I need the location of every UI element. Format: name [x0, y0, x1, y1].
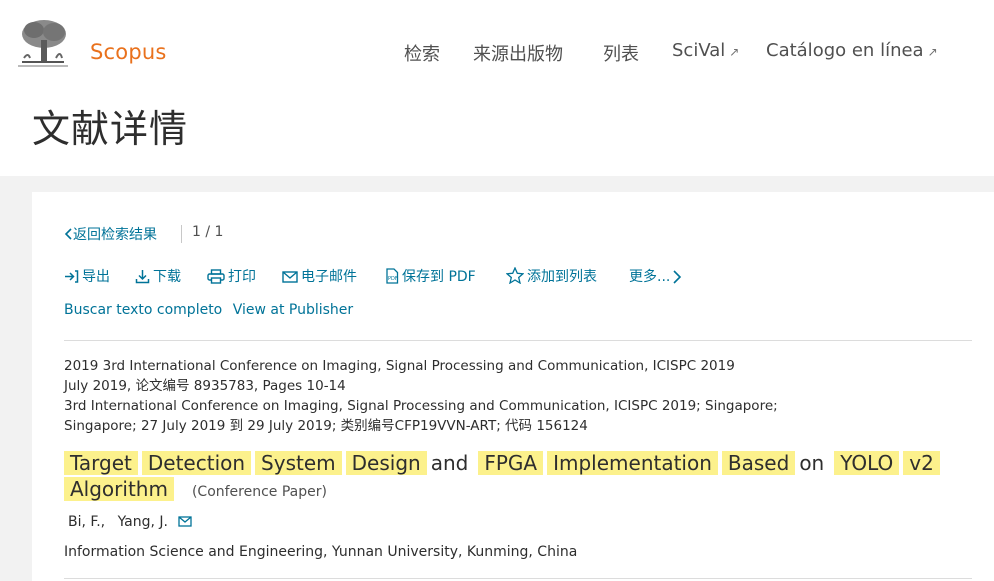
title-word: Implementation	[547, 451, 718, 475]
export-label: 导出	[82, 269, 110, 285]
title-word: on	[799, 451, 825, 475]
title-word: Based	[721, 451, 796, 475]
article-title: Target Detection System Design and FPGA Implem…	[64, 450, 964, 505]
back-to-results-label: 返回检索结果	[73, 227, 157, 243]
nav-catalog-label: Catálogo en línea	[766, 40, 924, 61]
back-to-results-link[interactable]: 返回检索结果	[64, 224, 157, 244]
divider	[64, 340, 972, 341]
star-icon	[505, 266, 525, 285]
nav-scival-label: SciVal	[672, 40, 726, 61]
nav-catalog[interactable]: Catálogo en línea ↗	[766, 40, 938, 61]
add-to-list-button[interactable]: 添加到列表	[505, 266, 597, 286]
download-label: 下载	[153, 269, 181, 285]
author-list: Bi, F., Yang, J.	[68, 514, 193, 530]
document-details-card: 返回检索结果 1 / 1 导出 下载 打印 电子邮件 PDF 保存到 PDF 添加…	[32, 192, 994, 581]
download-button[interactable]: 下载	[135, 266, 181, 286]
source-metadata: 2019 3rd International Conference on Ima…	[64, 356, 778, 436]
title-word: FPGA	[478, 451, 544, 475]
page-title: 文献详情	[32, 107, 189, 151]
top-navigation: 检索 来源出版物 列表 SciVal ↗ Catálogo en línea ↗	[0, 40, 994, 70]
svg-text:PDF: PDF	[388, 276, 398, 282]
save-pdf-button[interactable]: PDF 保存到 PDF	[385, 266, 476, 286]
conference-date-line: Singapore; 27 July 2019 到 29 July 2019; …	[64, 418, 588, 434]
save-pdf-label: 保存到 PDF	[402, 269, 476, 285]
view-at-publisher-link[interactable]: View at Publisher	[233, 302, 353, 318]
document-type-label: (Conference Paper)	[191, 484, 327, 500]
nav-lists-label: 列表	[603, 44, 639, 65]
email-button[interactable]: 电子邮件	[282, 266, 357, 286]
title-word: and	[430, 451, 469, 475]
more-actions-button[interactable]: 更多...	[629, 266, 682, 286]
divider	[64, 578, 972, 579]
source-title-line[interactable]: 2019 3rd International Conference on Ima…	[64, 356, 778, 376]
fulltext-links: Buscar texto completo View at Publisher	[64, 302, 353, 318]
title-word: Detection	[141, 451, 252, 475]
more-actions-label: 更多...	[629, 269, 671, 285]
result-pager: 1 / 1	[192, 224, 224, 240]
conference-line: 3rd International Conference on Imaging,…	[64, 398, 778, 414]
email-label: 电子邮件	[301, 269, 357, 285]
add-to-list-label: 添加到列表	[527, 269, 597, 285]
email-icon	[282, 271, 298, 283]
source-volume-line: July 2019, 论文编号 8935783, Pages 10-14	[64, 378, 346, 394]
pdf-icon: PDF	[386, 268, 399, 284]
email-icon[interactable]	[178, 516, 193, 527]
author-name[interactable]: Bi, F.,	[68, 514, 105, 530]
author-affiliation: Information Science and Engineering, Yun…	[64, 544, 578, 560]
export-icon	[65, 270, 79, 283]
external-link-icon: ↗	[729, 45, 740, 59]
export-button[interactable]: 导出	[64, 266, 110, 286]
chevron-right-icon	[673, 270, 682, 284]
divider	[181, 225, 182, 243]
print-label: 打印	[228, 269, 256, 285]
nav-sources[interactable]: 来源出版物	[473, 40, 563, 66]
title-word: Target	[64, 451, 138, 475]
nav-lists[interactable]: 列表	[603, 40, 639, 66]
chevron-left-icon	[64, 228, 72, 240]
download-icon	[135, 270, 150, 284]
title-word: System	[255, 451, 342, 475]
nav-scival[interactable]: SciVal ↗	[672, 40, 739, 61]
nav-sources-label: 来源出版物	[473, 44, 563, 65]
title-word: v2	[903, 451, 940, 475]
title-word: Algorithm	[64, 477, 174, 501]
nav-search[interactable]: 检索	[404, 40, 440, 66]
find-fulltext-link[interactable]: Buscar texto completo	[64, 302, 222, 318]
author-name[interactable]: Yang, J.	[118, 514, 168, 530]
title-word: YOLO	[834, 451, 900, 475]
external-link-icon: ↗	[927, 45, 938, 59]
title-word: Design	[345, 451, 427, 475]
nav-search-label: 检索	[404, 44, 440, 65]
site-header: Scopus 检索 来源出版物 列表 SciVal ↗ Catálogo en l…	[0, 0, 994, 176]
print-button[interactable]: 打印	[207, 266, 256, 286]
print-icon	[207, 269, 225, 284]
